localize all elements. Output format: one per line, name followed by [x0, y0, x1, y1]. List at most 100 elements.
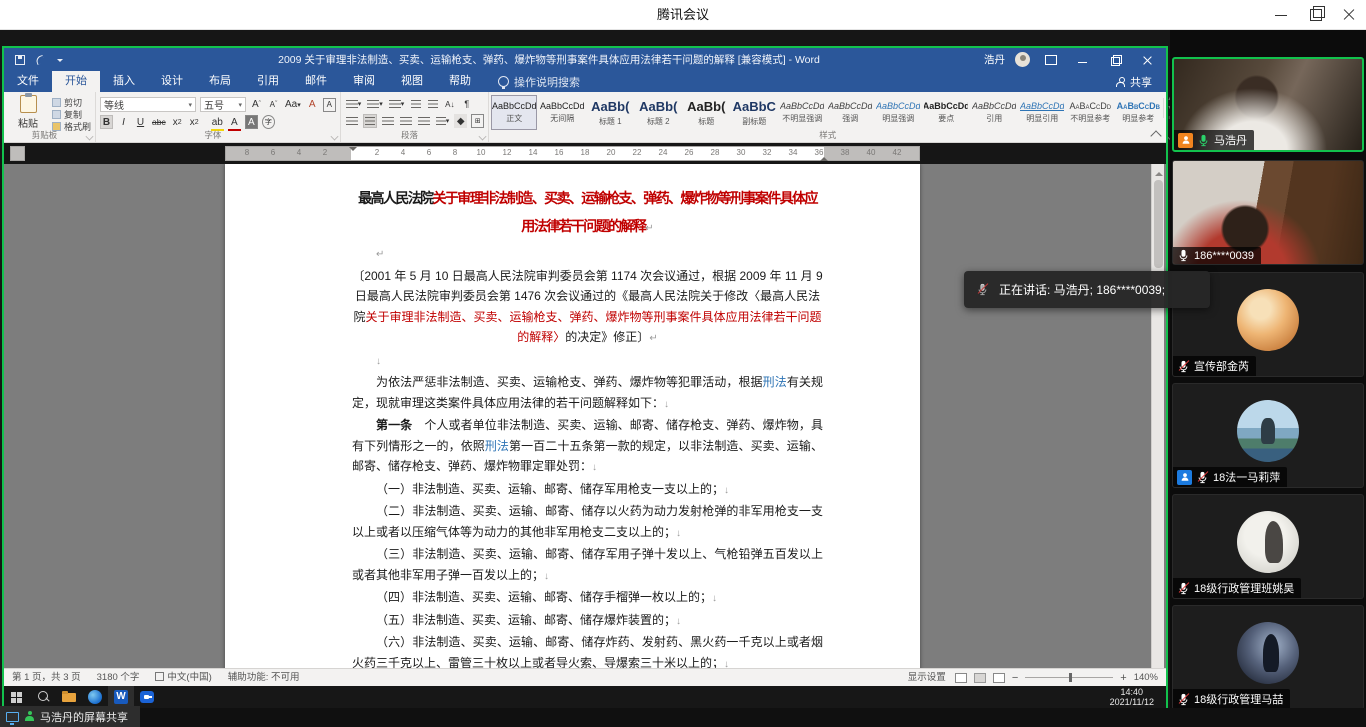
scroll-up-icon[interactable] [1155, 168, 1163, 176]
strikethrough-button[interactable]: abc [151, 115, 167, 129]
participant-tile-18级行政管理班姚昊[interactable]: 18级行政管理班姚昊 [1172, 494, 1364, 599]
zoom-slider[interactable] [1025, 677, 1113, 678]
ribbon-tab-帮助[interactable]: 帮助 [436, 71, 484, 92]
shading-button[interactable]: ◆ [454, 114, 467, 128]
clear-formatting-button[interactable]: A [306, 98, 319, 112]
document-page[interactable]: 最高人民法院关于审理非法制造、买卖、运输枪支、弹药、爆炸物等刑事案件具体应用法律… [225, 164, 920, 668]
style-标题 1[interactable]: AaBb(标题 1 [587, 95, 633, 130]
display-settings-button[interactable]: 显示设置 [906, 669, 948, 687]
participant-tile-马浩丹[interactable]: 马浩丹 [1172, 57, 1364, 152]
maximize-button[interactable] [1298, 0, 1332, 30]
phonetic-guide-button[interactable]: A [323, 98, 336, 112]
sort-button[interactable]: A↓ [443, 97, 456, 111]
participant-tile-18级行政管理马喆[interactable]: 18级行政管理马喆 [1172, 605, 1364, 710]
share-button[interactable]: 共享 [1102, 71, 1166, 92]
justify-button[interactable] [399, 114, 413, 128]
word-restore-button[interactable] [1104, 52, 1126, 68]
participant-tile-18法一马莉萍[interactable]: 18法一马莉萍 [1172, 383, 1364, 488]
multilevel-list-button[interactable]: ▾ [388, 97, 406, 111]
show-marks-button[interactable]: ¶ [460, 97, 473, 111]
bold-button[interactable]: B [100, 115, 113, 129]
minimize-button[interactable] [1264, 0, 1298, 30]
account-avatar[interactable] [1015, 52, 1030, 67]
subscript-button[interactable]: x2 [171, 115, 184, 129]
numbering-button[interactable]: ▾ [366, 97, 384, 111]
horizontal-ruler[interactable]: 8642246810121416182022242628303234363840… [225, 146, 920, 161]
accessibility-status[interactable]: 辅助功能: 不可用 [220, 669, 308, 687]
distribute-button[interactable] [417, 114, 431, 128]
ribbon-tab-引用[interactable]: 引用 [244, 71, 292, 92]
ribbon-tab-插入[interactable]: 插入 [100, 71, 148, 92]
highlight-color-button[interactable]: ab [211, 115, 224, 129]
align-left-button[interactable] [345, 114, 359, 128]
change-case-button[interactable]: Aa▾ [284, 98, 302, 112]
ribbon-tab-文件[interactable]: 文件 [4, 71, 52, 92]
taskbar-start-icon[interactable] [4, 686, 30, 708]
hyperlink-text[interactable]: 刑法 [763, 375, 787, 389]
word-count[interactable]: 3180 个字 [89, 669, 148, 687]
proofing-status[interactable]: 中文(中国) [147, 669, 219, 687]
ribbon-tab-开始[interactable]: 开始 [52, 71, 100, 92]
ribbon-tab-设计[interactable]: 设计 [148, 71, 196, 92]
taskbar-word-icon[interactable] [108, 686, 134, 708]
shrink-font-button[interactable]: Aˇ [267, 98, 280, 112]
style-标题 2[interactable]: AaBb(标题 2 [635, 95, 681, 130]
copy-button[interactable]: 复制 [52, 109, 91, 120]
cut-button[interactable]: 剪切 [52, 97, 91, 108]
zoom-out-button[interactable]: − [1012, 672, 1018, 684]
zoom-level[interactable]: 140% [1134, 672, 1158, 683]
font-family-combobox[interactable]: 等线▾ [100, 97, 196, 112]
ribbon-display-options-icon[interactable] [1040, 52, 1062, 68]
ribbon-tab-布局[interactable]: 布局 [196, 71, 244, 92]
read-mode-view-button[interactable] [955, 673, 967, 683]
paste-button[interactable]: 粘贴 [8, 95, 48, 130]
decrease-indent-button[interactable] [409, 97, 422, 111]
style-副标题[interactable]: AaBbC副标题 [731, 95, 777, 130]
superscript-button[interactable]: x2 [188, 115, 201, 129]
taskbar-search-icon[interactable] [30, 686, 56, 708]
font-color-button[interactable]: A [228, 115, 241, 129]
style-明显引用[interactable]: AaBbCcDd明显引用 [1019, 95, 1065, 130]
italic-button[interactable]: I [117, 115, 130, 129]
participant-tile-186****0039[interactable]: 186****0039 [1172, 160, 1364, 265]
align-right-button[interactable] [381, 114, 395, 128]
account-name[interactable]: 浩丹 [984, 52, 1005, 67]
style-标题[interactable]: AaBb(标题 [683, 95, 729, 130]
qat-dropdown-icon[interactable] [54, 54, 66, 66]
style-要点[interactable]: AaBbCcDd要点 [923, 95, 969, 130]
scrollbar-thumb[interactable] [1154, 180, 1163, 268]
taskbar-clock[interactable]: 14:40 2021/11/12 [1110, 687, 1166, 707]
align-center-button[interactable] [363, 114, 377, 128]
vertical-scrollbar[interactable] [1151, 164, 1164, 668]
style-正文[interactable]: AaBbCcDd正文 [491, 95, 537, 130]
style-引用[interactable]: AaBbCcDd引用 [971, 95, 1017, 130]
undo-icon[interactable] [34, 54, 46, 66]
clipboard-dialog-launcher[interactable] [86, 133, 94, 141]
tell-me-search[interactable]: 操作说明搜索 [498, 71, 580, 92]
save-icon[interactable] [14, 54, 26, 66]
enclose-characters-button[interactable]: 字 [262, 115, 275, 129]
grow-font-button[interactable]: Aˆ [250, 98, 263, 112]
style-无间隔[interactable]: AaBbCcDd无间隔 [539, 95, 585, 130]
ribbon-tab-视图[interactable]: 视图 [388, 71, 436, 92]
first-line-indent-marker[interactable] [349, 147, 357, 155]
increase-indent-button[interactable] [426, 97, 439, 111]
style-强调[interactable]: AaBbCcDd强调 [827, 95, 873, 130]
taskbar-folder-icon[interactable] [56, 686, 82, 708]
font-dialog-launcher[interactable] [330, 133, 338, 141]
line-spacing-button[interactable]: ▾ [435, 114, 451, 128]
hyperlink-text[interactable]: 刑法 [485, 439, 509, 453]
word-minimize-button[interactable] [1072, 52, 1094, 68]
ribbon-tab-审阅[interactable]: 审阅 [340, 71, 388, 92]
underline-button[interactable]: U [134, 115, 147, 129]
bullets-button[interactable]: ▾ [345, 97, 363, 111]
taskbar-meeting-icon[interactable] [134, 686, 160, 708]
borders-button[interactable]: ⊞ [471, 114, 484, 128]
character-shading-button[interactable]: A [245, 115, 258, 129]
style-明显参考[interactable]: AaBbCcDb明显参考 [1115, 95, 1161, 130]
style-明显强调[interactable]: AaBbCcDd明显强调 [875, 95, 921, 130]
web-layout-view-button[interactable] [993, 673, 1005, 683]
word-close-button[interactable] [1136, 52, 1158, 68]
page-indicator[interactable]: 第 1 页，共 3 页 [4, 669, 89, 687]
print-layout-view-button[interactable] [974, 673, 986, 683]
